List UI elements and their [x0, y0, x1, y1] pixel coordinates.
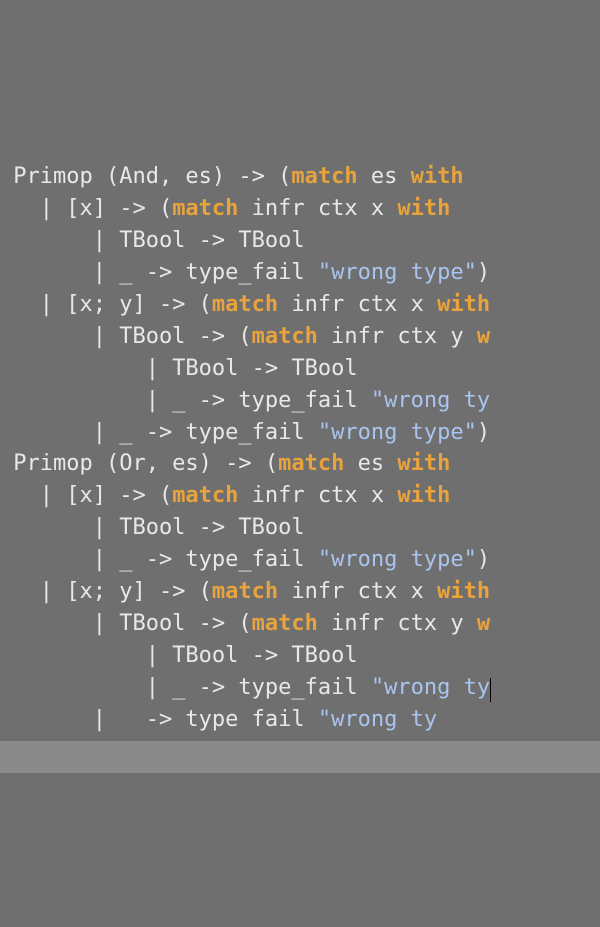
code-text: | TBool -> TBool	[0, 643, 358, 668]
code-text: infr ctx x	[238, 196, 397, 221]
code-text: infr ctx x	[278, 292, 437, 317]
code-block[interactable]: Primop (And, es) -> (match es with | [x]…	[0, 130, 600, 768]
code-text: | [x; y] -> (	[0, 579, 212, 604]
code-text: | _ -> type_fail	[0, 388, 371, 413]
string-literal: "wrong ty	[371, 388, 490, 413]
selection-highlight	[0, 741, 600, 773]
keyword-with: with	[397, 483, 450, 508]
string-literal: "wrong type"	[318, 260, 477, 285]
keyword-match: match	[172, 483, 238, 508]
code-text: infr ctx x	[278, 579, 437, 604]
code-text: )	[477, 547, 490, 572]
code-text: es	[358, 164, 411, 189]
keyword-with: with	[437, 292, 490, 317]
code-text: Primop (Or, es) -> (	[0, 451, 278, 476]
code-text: | TBool -> TBool	[0, 515, 305, 540]
code-text: | [x] -> (	[0, 483, 172, 508]
code-text: | [x; y] -> (	[0, 292, 212, 317]
code-text: infr ctx x	[238, 483, 397, 508]
keyword-match: match	[172, 196, 238, 221]
code-text: infr ctx y	[318, 611, 477, 636]
keyword-match: match	[212, 579, 278, 604]
keyword-with: with	[397, 451, 450, 476]
code-text: Primop (And, es) -> (	[0, 164, 291, 189]
text-cursor	[490, 678, 491, 702]
code-text: | _ -> type_fail	[0, 420, 318, 445]
code-text: | [x] -> (	[0, 196, 172, 221]
keyword-match: match	[291, 164, 357, 189]
code-text: | TBool -> TBool	[0, 356, 358, 381]
keyword-with: w	[477, 324, 490, 349]
string-literal: "wrong type"	[318, 420, 477, 445]
keyword-with: with	[437, 579, 490, 604]
string-literal: "wrong ty	[318, 707, 437, 732]
code-text: es	[344, 451, 397, 476]
code-text: | _ -> type_fail	[0, 675, 371, 700]
code-text: | _ -> type_fail	[0, 547, 318, 572]
code-text: infr ctx y	[318, 324, 477, 349]
code-text: | _ -> type_fail	[0, 260, 318, 285]
keyword-match: match	[252, 611, 318, 636]
keyword-with: with	[411, 164, 464, 189]
keyword-with: with	[397, 196, 450, 221]
keyword-match: match	[252, 324, 318, 349]
code-text: | TBool -> (	[0, 324, 252, 349]
keyword-with: w	[477, 611, 490, 636]
keyword-match: match	[278, 451, 344, 476]
code-text: | TBool -> TBool	[0, 228, 305, 253]
code-text: )	[477, 260, 490, 285]
string-literal: "wrong type"	[318, 547, 477, 572]
code-text: | -> type fail	[0, 707, 318, 732]
code-text: )	[477, 420, 490, 445]
code-text: | TBool -> (	[0, 611, 252, 636]
string-literal: "wrong ty	[371, 675, 490, 700]
keyword-match: match	[212, 292, 278, 317]
